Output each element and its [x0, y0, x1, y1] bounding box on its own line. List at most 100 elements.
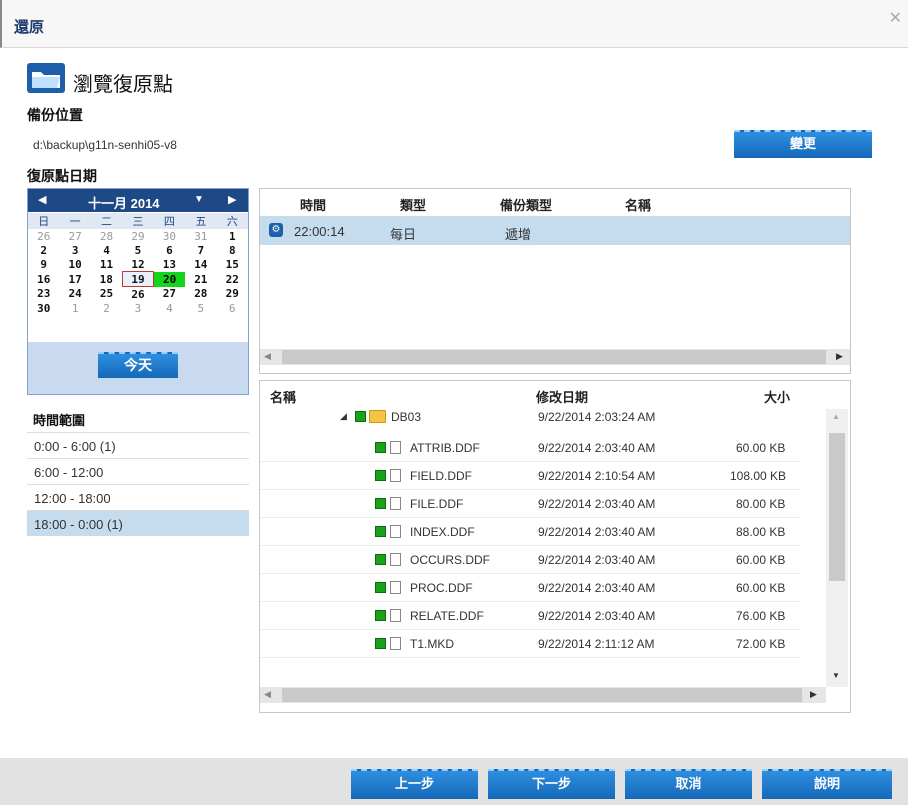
column-header-time[interactable]: 時間 — [300, 195, 326, 214]
day-cell[interactable]: 25 — [91, 287, 122, 302]
horizontal-scrollbar[interactable]: ◀ ▶ — [260, 349, 850, 365]
day-cell[interactable]: 2 — [28, 243, 59, 257]
day-cell[interactable]: 5 — [122, 243, 153, 257]
file-checkbox-icon[interactable] — [375, 526, 386, 537]
column-header-size[interactable]: 大小 — [764, 387, 790, 406]
help-button[interactable]: 說明 — [762, 769, 892, 799]
day-cell[interactable]: 12 — [122, 257, 153, 272]
day-cell[interactable]: 31 — [185, 229, 216, 243]
day-cell[interactable]: 2 — [91, 301, 122, 315]
day-cell[interactable]: 30 — [28, 301, 59, 315]
day-cell[interactable]: 4 — [154, 301, 185, 315]
day-cell[interactable]: 28 — [185, 287, 216, 302]
day-cell[interactable]: 7 — [185, 243, 216, 257]
close-icon[interactable]: ✕ — [889, 8, 902, 28]
recovery-date-label: 復原點日期 — [27, 168, 97, 184]
file-checkbox-icon[interactable] — [375, 470, 386, 481]
scrollbar-thumb[interactable] — [282, 688, 802, 702]
day-cell[interactable]: 3 — [59, 243, 90, 257]
prev-month-icon[interactable]: ◀ — [38, 193, 46, 206]
day-cell[interactable]: 17 — [59, 272, 90, 287]
table-row[interactable]: ⚙ 22:00:14 每日 遞增 — [260, 216, 850, 245]
change-button[interactable]: 變更 — [734, 130, 872, 158]
day-cell-highlighted[interactable]: 20 — [153, 271, 186, 287]
day-cell[interactable]: 4 — [91, 243, 122, 257]
day-cell[interactable]: 28 — [91, 229, 122, 243]
horizontal-scrollbar[interactable]: ◀ ▶ — [260, 687, 826, 703]
day-cell[interactable]: 11 — [91, 257, 122, 272]
day-cell[interactable]: 5 — [185, 301, 216, 315]
scroll-up-icon[interactable]: ▲ — [832, 412, 840, 421]
day-cell[interactable]: 27 — [154, 287, 185, 302]
day-cell[interactable]: 6 — [154, 243, 185, 257]
day-cell[interactable]: 10 — [59, 257, 90, 272]
day-cell[interactable]: 9 — [28, 257, 59, 272]
prev-button[interactable]: 上一步 — [351, 769, 478, 799]
day-cell[interactable]: 29 — [122, 229, 153, 243]
day-cell-selected[interactable]: 19 — [121, 271, 155, 287]
time-range-item[interactable]: 12:00 - 18:00 — [27, 484, 249, 510]
day-cell[interactable]: 14 — [185, 257, 216, 272]
time-range-item-selected[interactable]: 18:00 - 0:00 (1) — [27, 510, 249, 536]
day-cell[interactable]: 27 — [59, 229, 90, 243]
day-cell[interactable]: 16 — [28, 272, 59, 287]
table-row[interactable]: T1.MKD 9/22/2014 2:11:12 AM 72.00 KB — [260, 629, 800, 658]
column-header-name[interactable]: 名稱 — [625, 195, 651, 214]
day-cell[interactable]: 24 — [59, 287, 90, 302]
day-cell[interactable]: 26 — [122, 287, 153, 302]
next-button[interactable]: 下一步 — [488, 769, 615, 799]
table-row[interactable]: FIELD.DDF 9/22/2014 2:10:54 AM 108.00 KB — [260, 461, 800, 490]
column-header-type[interactable]: 類型 — [400, 195, 426, 214]
table-row[interactable]: RELATE.DDF 9/22/2014 2:03:40 AM 76.00 KB — [260, 601, 800, 630]
day-cell[interactable]: 22 — [217, 272, 248, 287]
file-checkbox-icon[interactable] — [375, 638, 386, 649]
day-cell[interactable]: 18 — [91, 272, 122, 287]
expand-triangle-icon[interactable]: ◢ — [340, 411, 347, 422]
today-button[interactable]: 今天 — [98, 352, 178, 378]
folder-checkbox-icon[interactable] — [355, 411, 366, 422]
table-row[interactable]: OCCURS.DDF 9/22/2014 2:03:40 AM 60.00 KB — [260, 545, 800, 574]
month-dropdown-icon[interactable]: ▼ — [194, 194, 204, 205]
file-icon — [390, 525, 401, 538]
day-cell[interactable]: 15 — [217, 257, 248, 272]
file-size: 80.00 KB — [736, 497, 786, 511]
scroll-down-icon[interactable]: ▼ — [832, 671, 840, 680]
cancel-button[interactable]: 取消 — [625, 769, 752, 799]
file-checkbox-icon[interactable] — [375, 610, 386, 621]
calendar-month-label[interactable]: 十一月 2014 — [88, 193, 160, 212]
scroll-left-icon[interactable]: ◀ — [264, 351, 271, 362]
day-cell[interactable]: 3 — [122, 301, 153, 315]
column-header-file-name[interactable]: 名稱 — [270, 387, 296, 406]
time-range-item[interactable]: 0:00 - 6:00 (1) — [27, 432, 249, 458]
day-cell[interactable]: 1 — [59, 301, 90, 315]
scroll-left-icon[interactable]: ◀ — [264, 689, 271, 700]
day-cell[interactable]: 6 — [217, 301, 248, 315]
day-cell[interactable]: 30 — [154, 229, 185, 243]
table-row[interactable]: FILE.DDF 9/22/2014 2:03:40 AM 80.00 KB — [260, 489, 800, 518]
day-cell[interactable]: 23 — [28, 287, 59, 302]
scrollbar-thumb[interactable] — [829, 433, 845, 581]
table-row[interactable]: INDEX.DDF 9/22/2014 2:03:40 AM 88.00 KB — [260, 517, 800, 546]
scroll-right-icon[interactable]: ▶ — [810, 689, 817, 700]
column-header-backup-type[interactable]: 備份類型 — [500, 195, 552, 214]
day-cell[interactable]: 13 — [154, 257, 185, 272]
next-month-icon[interactable]: ▶ — [228, 193, 236, 206]
day-cell[interactable]: 29 — [217, 287, 248, 302]
file-checkbox-icon[interactable] — [375, 554, 386, 565]
table-row[interactable]: PROC.DDF 9/22/2014 2:03:40 AM 60.00 KB — [260, 573, 800, 602]
column-header-modified[interactable]: 修改日期 — [536, 387, 588, 406]
day-cell[interactable]: 8 — [217, 243, 248, 257]
time-range-item[interactable]: 6:00 - 12:00 — [27, 458, 249, 484]
scrollbar-thumb[interactable] — [282, 350, 826, 364]
day-cell[interactable]: 21 — [185, 272, 216, 287]
scroll-right-icon[interactable]: ▶ — [836, 351, 843, 362]
file-checkbox-icon[interactable] — [375, 498, 386, 509]
file-checkbox-icon[interactable] — [375, 582, 386, 593]
file-checkbox-icon[interactable] — [375, 442, 386, 453]
day-cell[interactable]: 26 — [28, 229, 59, 243]
tree-folder-row[interactable]: ◢ DB03 9/22/2014 2:03:24 AM — [260, 405, 800, 429]
day-cell[interactable]: 1 — [217, 229, 248, 243]
table-row[interactable]: ATTRIB.DDF 9/22/2014 2:03:40 AM 60.00 KB — [260, 433, 800, 462]
folder-name: DB03 — [391, 410, 422, 424]
vertical-scrollbar[interactable]: ▲ ▼ — [826, 409, 848, 687]
